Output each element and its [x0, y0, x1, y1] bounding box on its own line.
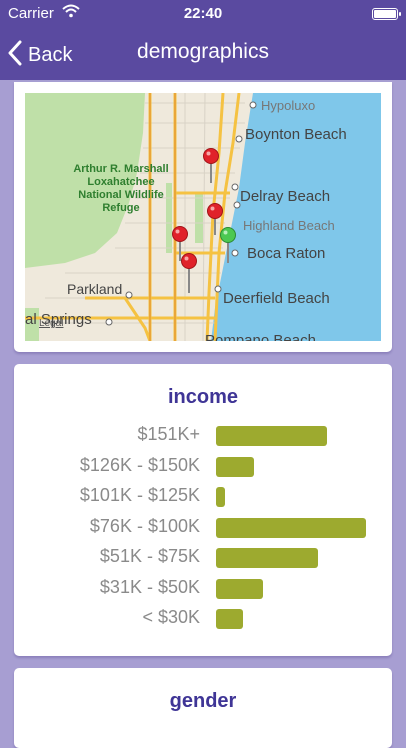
- income-bar: [216, 578, 263, 599]
- map-view[interactable]: Arthur R. Marshall Loxahatchee National …: [25, 93, 381, 341]
- map-place-highland: Highland Beach: [243, 218, 335, 233]
- map-place-pompano: Pompano Beach: [205, 332, 316, 341]
- income-bar: [216, 487, 225, 507]
- income-row-label: $151K+: [137, 424, 200, 444]
- status-bar: Carrier 22:40: [0, 0, 406, 28]
- map-refuge-line1: Arthur R. Marshall: [73, 163, 168, 175]
- chevron-left-icon: [8, 40, 22, 71]
- map-legal-link[interactable]: Legal: [39, 318, 63, 329]
- back-button-label: Back: [28, 44, 73, 66]
- income-bar: [216, 609, 243, 629]
- navigation-bar: Back demographics: [0, 28, 406, 80]
- map-place-delray: Delray Beach: [240, 188, 330, 205]
- map-refuge-line4: Refuge: [102, 202, 139, 214]
- income-row: < $30K: [14, 607, 392, 629]
- income-card: income $151K+ $126K - $150K $101K - $125K $…: [14, 364, 392, 656]
- income-title: income: [167, 386, 239, 408]
- income-bar: [216, 517, 366, 538]
- income-row: $126K - $150K: [14, 455, 392, 477]
- map-refuge-line2: Loxahatchee: [87, 176, 154, 188]
- income-bar: [216, 426, 327, 446]
- battery-icon: [372, 8, 401, 20]
- income-row-label: $76K - $100K: [89, 515, 200, 536]
- map-card: Arthur R. Marshall Loxahatchee National …: [14, 82, 392, 352]
- income-bar: [216, 456, 254, 477]
- income-row-label: $101K - $125K: [79, 485, 200, 505]
- income-row-label: $51K - $75K: [99, 546, 200, 566]
- map-refuge-line3: National Wildlife: [78, 189, 163, 201]
- income-row: $76K - $100K: [14, 516, 392, 538]
- gender-title: gender: [169, 690, 237, 712]
- gender-card: gender: [14, 668, 392, 748]
- map-place-boynton: Boynton Beach: [245, 126, 347, 143]
- income-row: $151K+: [14, 424, 392, 446]
- income-row-label: $31K - $50K: [99, 576, 200, 597]
- income-row-label: $126K - $150K: [79, 454, 200, 475]
- income-row-label: < $30K: [142, 607, 200, 627]
- income-row: $101K - $125K: [14, 485, 392, 507]
- map-place-boca: Boca Raton: [247, 245, 325, 262]
- income-row: $51K - $75K: [14, 546, 392, 568]
- back-button[interactable]: Back: [8, 40, 72, 71]
- map-place-hypoluxo: Hypoluxo: [261, 98, 315, 113]
- clock: 22:40: [183, 5, 223, 22]
- map-place-deerfield: Deerfield Beach: [223, 290, 330, 307]
- income-row: $31K - $50K: [14, 577, 392, 599]
- income-bar: [216, 548, 318, 568]
- map-place-parkland: Parkland: [67, 281, 122, 297]
